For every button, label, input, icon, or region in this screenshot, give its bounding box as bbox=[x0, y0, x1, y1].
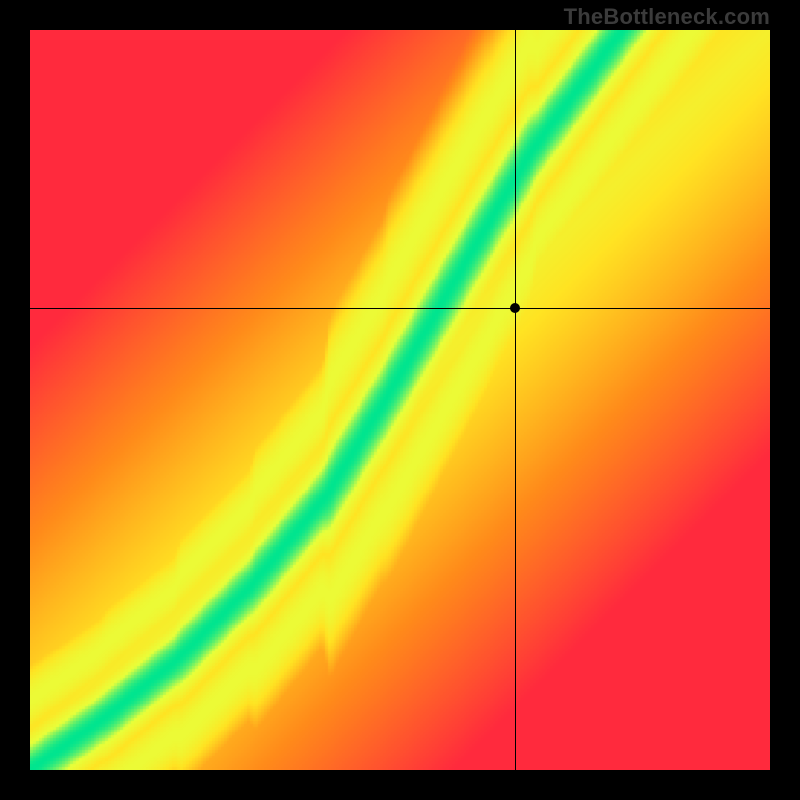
crosshair-marker bbox=[510, 303, 520, 313]
heatmap-plot bbox=[30, 30, 770, 770]
outer-frame: TheBottleneck.com bbox=[0, 0, 800, 800]
crosshair-horizontal bbox=[30, 308, 770, 309]
watermark-text: TheBottleneck.com bbox=[564, 4, 770, 30]
heatmap-canvas bbox=[30, 30, 770, 770]
crosshair-vertical bbox=[515, 30, 516, 770]
